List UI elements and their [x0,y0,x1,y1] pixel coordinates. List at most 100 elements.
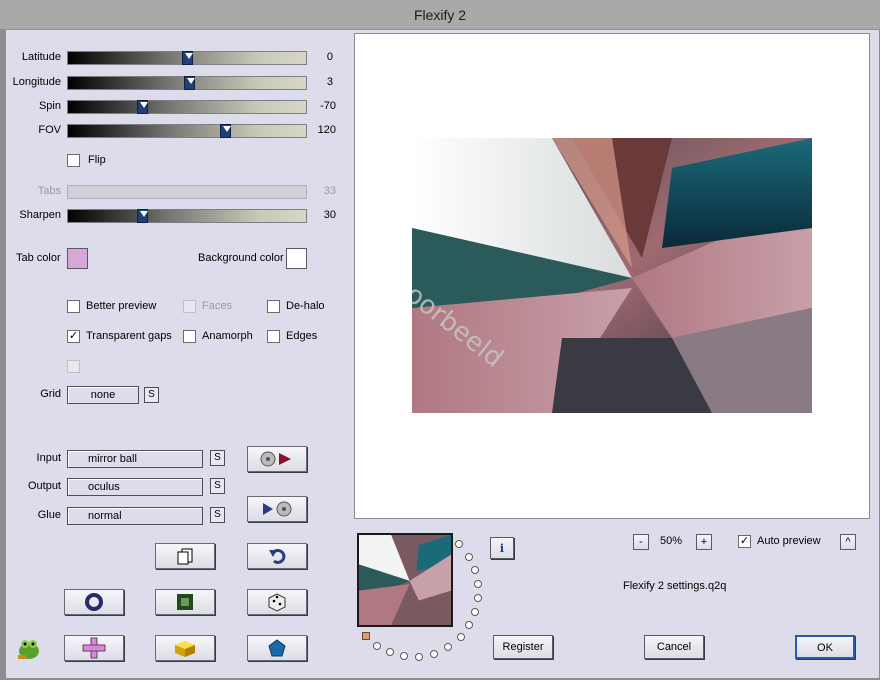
square-icon [177,594,193,610]
fov-slider[interactable] [67,124,307,138]
preview-image: voorbeeld [412,138,812,413]
title-bar: Flexify 2 [0,0,880,30]
latitude-value: 0 [326,51,333,63]
preset-thumbnail[interactable] [357,533,453,627]
longitude-thumb[interactable] [184,76,195,90]
tabs-label: Tabs [37,185,61,197]
preset-dot[interactable] [457,633,465,641]
preset-dot[interactable] [465,553,473,561]
copy-icon [177,548,193,565]
auto-preview-checkbox[interactable]: ✓ [738,535,751,548]
check-mark: ✓ [739,535,750,547]
info-button[interactable]: i [490,537,514,559]
preset-dot[interactable] [386,648,394,656]
anamorph-label: Anamorph [202,330,253,342]
circle-icon [85,593,103,611]
de-halo-label: De-halo [286,300,325,312]
preset-dot[interactable] [471,608,479,616]
settings-file-label: Flexify 2 settings.q2q [623,580,727,592]
dice-icon [268,593,286,612]
longitude-slider[interactable] [67,76,307,90]
background-color-label: Background color [198,252,284,264]
preview-area[interactable]: voorbeeld [354,33,870,519]
play-disc-button[interactable] [247,496,307,522]
output-label: Output [27,480,61,492]
cross-icon [82,637,106,659]
zoom-out-button[interactable]: - [633,534,649,550]
anamorph-checkbox[interactable] [183,330,196,343]
tabs-slider [67,185,307,199]
preset-dot[interactable] [455,540,463,548]
output-field[interactable]: oculus [67,478,203,496]
preset-dot-current[interactable] [362,632,370,640]
background-color-swatch[interactable] [286,248,307,269]
grid-field[interactable]: none [67,386,139,404]
cube-button[interactable] [155,635,215,661]
edges-label: Edges [286,330,318,342]
preset-dot[interactable] [444,643,452,651]
sharpen-slider[interactable] [67,209,307,223]
cancel-button[interactable]: Cancel [644,635,704,659]
tab-color-label: Tab color [16,252,61,264]
grid-s-button[interactable]: S [144,387,159,403]
input-s-button[interactable]: S [210,450,225,466]
undo-button[interactable] [247,543,307,569]
tabs-value: 33 [323,185,336,197]
sharpen-value: 30 [323,209,336,221]
extra-checkbox [67,360,80,373]
preset-dot[interactable] [373,642,381,650]
preset-dot[interactable] [400,652,408,660]
cross-button[interactable] [64,635,124,661]
longitude-value: 3 [326,76,333,88]
register-button[interactable]: Register [493,635,553,659]
glue-s-button[interactable]: S [210,507,225,523]
preset-dot[interactable] [415,653,423,661]
output-s-button[interactable]: S [210,478,225,494]
flip-label: Flip [88,154,106,166]
check-mark: ✓ [68,330,79,342]
input-label: Input [36,452,61,464]
fov-label: FOV [38,124,61,136]
transparent-gaps-checkbox[interactable]: ✓ [67,330,80,343]
window-title: Flexify 2 [413,7,467,23]
zoom-value: 50% [660,535,683,547]
copy-button[interactable] [155,543,215,569]
de-halo-checkbox[interactable] [267,300,280,313]
play-disc-icon [263,501,292,517]
transparent-gaps-label: Transparent gaps [86,330,172,342]
pentagon-icon [268,639,286,657]
preset-dot[interactable] [471,566,479,574]
edges-checkbox[interactable] [267,330,280,343]
spin-label: Spin [38,100,61,112]
preset-dot[interactable] [430,650,438,658]
faces-label: Faces [202,300,232,312]
auto-preview-label: Auto preview [757,535,821,547]
disc-play-button[interactable] [247,446,307,472]
spin-slider[interactable] [67,100,307,114]
dice-button[interactable] [247,589,307,615]
disc-play-icon [260,451,291,467]
circle-button[interactable] [64,589,124,615]
spin-value: -70 [320,100,336,112]
glue-label: Glue [37,509,61,521]
latitude-thumb[interactable] [182,51,193,65]
glue-field[interactable]: normal [67,507,203,525]
latitude-slider[interactable] [67,51,307,65]
tab-color-swatch[interactable] [67,248,88,269]
sharpen-label: Sharpen [19,209,61,221]
faces-checkbox [183,300,196,313]
fov-thumb[interactable] [220,124,231,138]
flip-checkbox[interactable] [67,154,80,167]
pentagon-button[interactable] [247,635,307,661]
sharpen-thumb[interactable] [137,209,148,223]
spin-thumb[interactable] [137,100,148,114]
preset-dot[interactable] [474,580,482,588]
preset-dot[interactable] [474,594,482,602]
better-preview-checkbox[interactable] [67,300,80,313]
zoom-in-button[interactable]: + [696,534,712,550]
preset-dot[interactable] [465,621,473,629]
input-field[interactable]: mirror ball [67,450,203,468]
square-button[interactable] [155,589,215,615]
ok-button[interactable]: OK [795,635,855,659]
collapse-button[interactable]: ^ [840,534,856,550]
